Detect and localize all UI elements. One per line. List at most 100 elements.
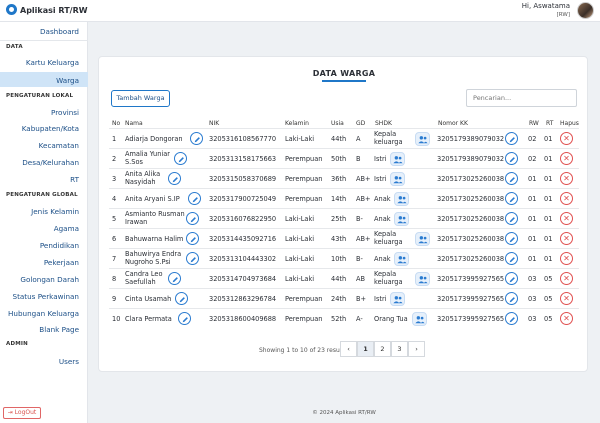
edit-warga-button[interactable] xyxy=(174,152,187,165)
delete-warga-button[interactable]: ✕ xyxy=(560,272,573,285)
edit-warga-button[interactable] xyxy=(186,232,199,245)
cell-nama: Cinta Usamah xyxy=(125,295,171,304)
cell-rt: 01 xyxy=(544,135,553,143)
delete-warga-button[interactable]: ✕ xyxy=(560,232,573,245)
sidebar-item-agama[interactable]: Agama xyxy=(54,224,79,233)
delete-warga-button[interactable]: ✕ xyxy=(560,312,573,325)
delete-warga-button[interactable]: ✕ xyxy=(560,292,573,305)
edit-kk-button[interactable] xyxy=(505,152,518,165)
sidebar-item-pendidikan[interactable]: Pendidikan xyxy=(40,241,79,250)
sidebar-item-blank-page[interactable]: Blank Page xyxy=(39,325,79,334)
view-keluarga-button[interactable] xyxy=(415,232,430,246)
cell-rt: 01 xyxy=(544,175,553,183)
sidebar-item-pekerjaan[interactable]: Pekerjaan xyxy=(44,258,79,267)
sidebar-item-desa[interactable]: Desa/Kelurahan xyxy=(22,158,79,167)
app-logo-icon xyxy=(6,4,17,15)
column-header-no: No xyxy=(112,120,121,127)
delete-warga-button[interactable]: ✕ xyxy=(560,152,573,165)
search-input[interactable] xyxy=(466,89,577,107)
edit-kk-button[interactable] xyxy=(505,292,518,305)
sidebar-item-warga[interactable]: Warga xyxy=(56,76,79,85)
sidebar-item-kabupaten[interactable]: Kabupaten/Kota xyxy=(22,124,79,133)
view-keluarga-button[interactable] xyxy=(394,212,409,226)
edit-kk-button[interactable] xyxy=(505,272,518,285)
view-keluarga-button[interactable] xyxy=(390,152,405,166)
edit-warga-button[interactable] xyxy=(190,132,203,145)
sidebar-item-provinsi[interactable]: Provinsi xyxy=(51,108,79,117)
cell-kelamin: Perempuan xyxy=(285,195,323,203)
view-keluarga-button[interactable] xyxy=(412,312,427,326)
cell-nik: 3205316108567770 xyxy=(209,135,277,143)
delete-warga-button[interactable]: ✕ xyxy=(560,132,573,145)
cell-rt: 01 xyxy=(544,255,553,263)
x-circle-icon: ✕ xyxy=(563,194,570,203)
sidebar-item-dashboard[interactable]: Dashboard xyxy=(40,27,79,36)
pagination-prev-button[interactable]: ‹ xyxy=(340,341,357,357)
delete-warga-button[interactable]: ✕ xyxy=(560,172,573,185)
sidebar-item-golongan-darah[interactable]: Golongan Darah xyxy=(20,275,79,284)
view-keluarga-button[interactable] xyxy=(415,272,430,286)
edit-kk-button[interactable] xyxy=(505,192,518,205)
cell-kelamin: Perempuan xyxy=(285,295,323,303)
cell-nama: Amalia Yuniar S.Sos xyxy=(125,150,170,166)
pagination-page-2[interactable]: 2 xyxy=(374,341,391,357)
edit-warga-button[interactable] xyxy=(188,192,201,205)
delete-warga-button[interactable]: ✕ xyxy=(560,212,573,225)
edit-warga-button[interactable] xyxy=(186,252,199,265)
add-warga-button[interactable]: Tambah Warga xyxy=(111,90,170,107)
cell-rt: 01 xyxy=(544,195,553,203)
cell-nama: Candra Leo Saefullah xyxy=(125,270,163,286)
edit-warga-button[interactable] xyxy=(168,172,181,185)
cell-no: 8 xyxy=(112,275,117,283)
table-row: 2 Amalia Yuniar S.Sos 3205313158175663 Perem… xyxy=(109,148,579,168)
cell-nama-line: Clara Permata xyxy=(125,315,172,323)
sidebar-section-global: PENGATURAN GLOBAL xyxy=(6,192,78,198)
cell-nomor-kk: 3205173025260038 xyxy=(437,255,505,263)
edit-warga-button[interactable] xyxy=(186,212,199,225)
edit-kk-button[interactable] xyxy=(505,212,518,225)
view-keluarga-button[interactable] xyxy=(394,192,409,206)
edit-kk-button[interactable] xyxy=(505,252,518,265)
view-keluarga-button[interactable] xyxy=(415,132,430,146)
pagination-page-3[interactable]: 3 xyxy=(391,341,408,357)
view-keluarga-button[interactable] xyxy=(394,252,409,266)
sidebar-item-hubungan-keluarga[interactable]: Hubungan Keluarga xyxy=(8,309,79,318)
cell-shdk: Anak xyxy=(374,195,391,204)
edit-warga-button[interactable] xyxy=(178,312,191,325)
x-circle-icon: ✕ xyxy=(563,214,570,223)
cell-rt: 01 xyxy=(544,155,553,163)
pagination-info: Showing 1 to 10 of 23 results xyxy=(259,347,347,354)
cell-rw: 02 xyxy=(528,155,537,163)
x-circle-icon: ✕ xyxy=(563,154,570,163)
cell-usia: 14th xyxy=(331,195,347,203)
edit-kk-button[interactable] xyxy=(505,132,518,145)
edit-kk-button[interactable] xyxy=(505,312,518,325)
delete-warga-button[interactable]: ✕ xyxy=(560,252,573,265)
column-header-nama: Nama xyxy=(125,120,143,127)
cell-rw: 01 xyxy=(528,215,537,223)
cell-nik: 3205312863296784 xyxy=(209,295,277,303)
view-keluarga-button[interactable] xyxy=(390,292,405,306)
cell-nama: Asmianto Rusman Irawan xyxy=(125,210,185,226)
cell-rw: 02 xyxy=(528,135,537,143)
avatar[interactable] xyxy=(577,2,594,19)
sidebar-item-rt[interactable]: RT xyxy=(70,175,79,184)
sidebar-item-jenis-kelamin[interactable]: Jenis Kelamin xyxy=(31,207,79,216)
app-brand[interactable]: Aplikasi RT/RW xyxy=(6,4,88,16)
sidebar-item-kecamatan[interactable]: Kecamatan xyxy=(39,141,79,150)
view-keluarga-button[interactable] xyxy=(390,172,405,186)
edit-warga-button[interactable] xyxy=(168,272,181,285)
pagination-next-button[interactable]: › xyxy=(408,341,425,357)
cell-nama: Bahuwirya Endra Nugroho S.Psi xyxy=(125,250,181,266)
cell-rw: 01 xyxy=(528,195,537,203)
delete-warga-button[interactable]: ✕ xyxy=(560,192,573,205)
cell-gd: B- xyxy=(356,255,363,263)
edit-kk-button[interactable] xyxy=(505,172,518,185)
edit-warga-button[interactable] xyxy=(175,292,188,305)
sidebar-item-users[interactable]: Users xyxy=(59,357,79,366)
user-info[interactable]: Hi, Aswatama [RW] xyxy=(522,2,570,20)
pagination-page-1[interactable]: 1 xyxy=(357,341,374,357)
sidebar-item-kartu-keluarga[interactable]: Kartu Keluarga xyxy=(26,58,79,67)
edit-kk-button[interactable] xyxy=(505,232,518,245)
sidebar-item-status-perkawinan[interactable]: Status Perkawinan xyxy=(13,292,79,301)
